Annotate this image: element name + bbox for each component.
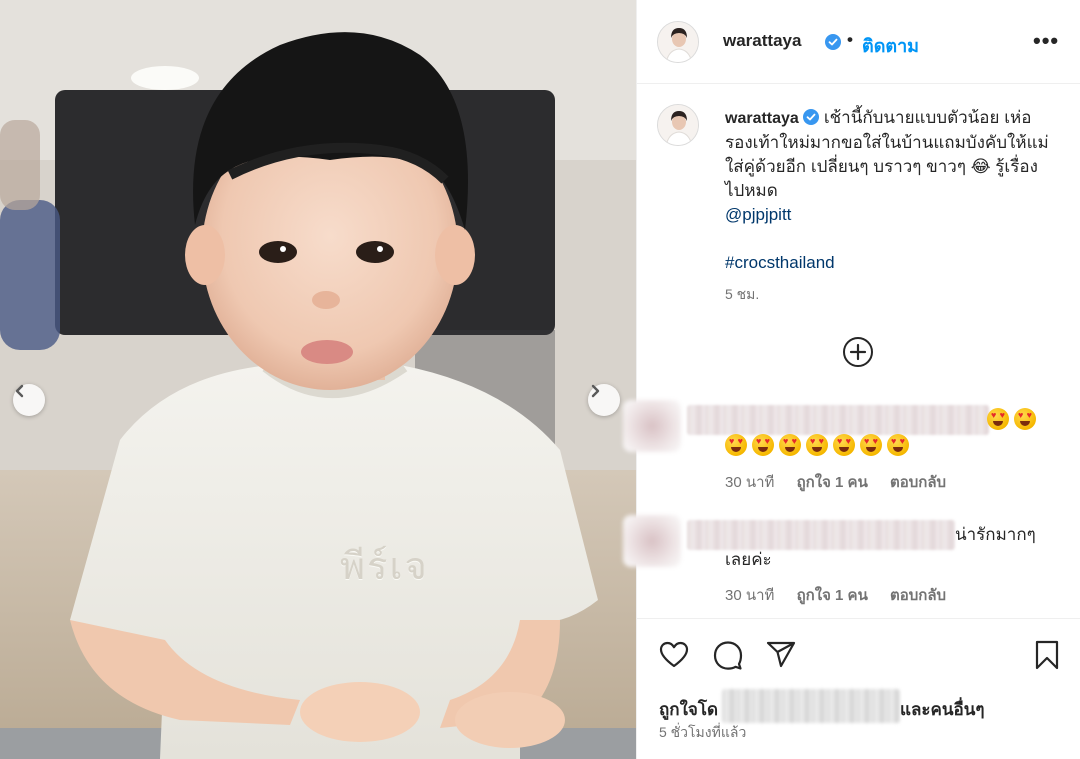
- heart-eyes-emoji-icon: [887, 434, 909, 456]
- verified-icon: [825, 34, 841, 50]
- profile-picture: [658, 22, 698, 62]
- comment-meta: 30 นาที ถูกใจ 1 คน ตอบกลับ: [725, 583, 964, 607]
- verified-icon: [802, 109, 819, 125]
- post-header: warattaya • ติดตาม •••: [637, 0, 1080, 84]
- caption-username[interactable]: warattaya: [725, 110, 799, 127]
- chevron-left-icon: [15, 384, 24, 398]
- heart-eyes-emoji-icon: [1014, 408, 1036, 430]
- comment-text-line1: น่ารักมากๆ: [955, 525, 1036, 544]
- post-photo: พีร์เจ: [0, 0, 636, 759]
- comment-avatar-blurred: [623, 400, 681, 452]
- share-icon[interactable]: [765, 639, 797, 671]
- comment-emojis-line2: [725, 434, 914, 460]
- heart-icon[interactable]: [658, 639, 690, 671]
- caption-avatar[interactable]: [657, 104, 699, 146]
- follow-button[interactable]: ติดตาม: [862, 31, 919, 60]
- header-username[interactable]: warattaya: [723, 31, 801, 51]
- comment-username-blurred: [687, 520, 955, 550]
- comment-time: 30 นาที: [725, 587, 775, 604]
- liked-by-username-blurred: [722, 689, 900, 723]
- comment-meta: 30 นาที ถูกใจ 1 คน ตอบกลับ: [725, 470, 964, 494]
- heart-eyes-emoji-icon: [987, 408, 1009, 430]
- post-side-panel: warattaya • ติดตาม ••• warattaya เช้านี้ก…: [623, 0, 1080, 759]
- liked-by-suffix: และคนอื่นๆ: [900, 700, 985, 719]
- liked-by-text[interactable]: ถูกใจโด: [659, 696, 718, 723]
- chevron-right-icon: [591, 384, 600, 398]
- comment-emojis-line1: [987, 408, 1041, 434]
- liked-by-prefix: ถูกใจโด: [659, 700, 719, 719]
- heart-eyes-emoji-icon: [806, 434, 828, 456]
- comment-icon[interactable]: [712, 639, 744, 671]
- liked-by-others[interactable]: และคนอื่นๆ: [900, 696, 984, 723]
- post-timestamp: 5 ชั่วโมงที่แล้ว: [659, 724, 747, 740]
- heart-eyes-emoji-icon: [752, 434, 774, 456]
- reply-button[interactable]: ตอบกลับ: [890, 587, 946, 604]
- profile-picture: [658, 105, 698, 145]
- heart-eyes-emoji-icon: [833, 434, 855, 456]
- comment-avatar-blurred: [623, 515, 681, 567]
- header-separator: •: [847, 30, 853, 49]
- comment-time: 30 นาที: [725, 474, 775, 491]
- carousel-next-button[interactable]: [588, 384, 620, 416]
- avatar[interactable]: [657, 21, 699, 63]
- shirt-text: พีร์เจ: [340, 544, 429, 588]
- comment-likes[interactable]: ถูกใจ 1 คน: [797, 587, 868, 604]
- caption-text: warattaya เช้านี้กับนายแบบตัวน้อย เห่อรอง…: [725, 106, 1055, 275]
- mention-link[interactable]: @pjpjpitt: [725, 205, 791, 224]
- heart-eyes-emoji-icon: [779, 434, 801, 456]
- heart-eyes-emoji-icon: [860, 434, 882, 456]
- comment-username-blurred: [687, 405, 989, 435]
- bookmark-icon[interactable]: [1031, 639, 1063, 671]
- plus-circle-icon[interactable]: [842, 336, 874, 368]
- child-photo-illustration: [0, 0, 636, 759]
- hashtag-link[interactable]: #crocsthailand: [725, 251, 1055, 275]
- comment-text-line2: เลยค่ะ: [725, 550, 772, 569]
- caption-timestamp: 5 ชม.: [725, 286, 760, 302]
- carousel-prev-button[interactable]: [13, 384, 45, 416]
- more-icon[interactable]: •••: [1033, 28, 1059, 54]
- comment-likes[interactable]: ถูกใจ 1 คน: [797, 474, 868, 491]
- heart-eyes-emoji-icon: [725, 434, 747, 456]
- reply-button[interactable]: ตอบกลับ: [890, 474, 946, 491]
- post-actions: ถูกใจโด และคนอื่นๆ 5 ชั่วโมงที่แล้ว: [637, 618, 1080, 759]
